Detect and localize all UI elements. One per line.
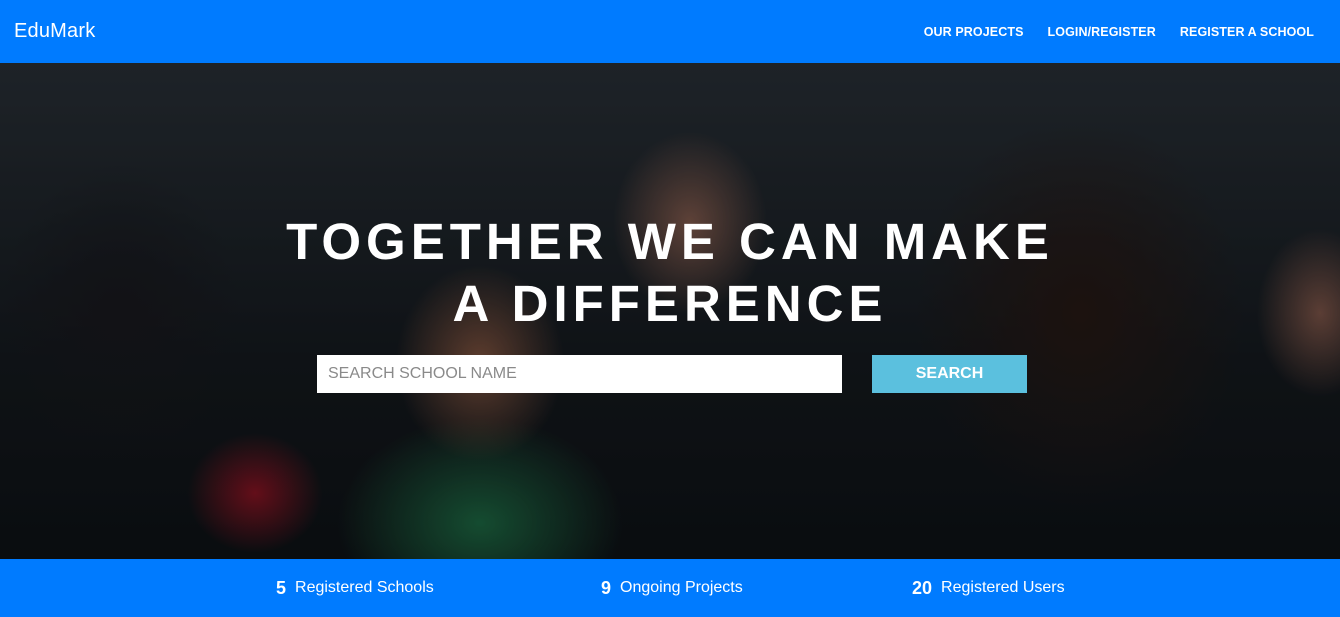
search-button[interactable]: SEARCH — [872, 355, 1027, 393]
nav-link-login-register[interactable]: LOGIN/REGISTER — [1048, 25, 1156, 39]
stat-value: 9 — [601, 577, 612, 598]
stat-label: Registered Users — [941, 579, 1065, 596]
top-navbar: EduMark OUR PROJECTS LOGIN/REGISTER REGI… — [0, 0, 1340, 63]
stat-registered-users: 20 Registered Users — [912, 559, 1065, 617]
stat-value: 20 — [912, 577, 933, 598]
school-search-input[interactable] — [317, 355, 842, 393]
nav-link-our-projects[interactable]: OUR PROJECTS — [924, 25, 1024, 39]
brand-logo-link[interactable]: EduMark — [14, 20, 95, 43]
stat-label: Registered Schools — [295, 579, 434, 596]
nav-links: OUR PROJECTS LOGIN/REGISTER REGISTER A S… — [900, 25, 1314, 39]
stats-bar: 5 Registered Schools 9 Ongoing Projects … — [0, 559, 1340, 617]
stat-registered-schools: 5 Registered Schools — [276, 559, 434, 617]
hero-title-line-2: A DIFFERENCE — [452, 275, 888, 332]
nav-link-register-school[interactable]: REGISTER A SCHOOL — [1180, 25, 1314, 39]
stat-ongoing-projects: 9 Ongoing Projects — [601, 559, 743, 617]
stat-label: Ongoing Projects — [620, 579, 743, 596]
stat-value: 5 — [276, 577, 287, 598]
hero-title-line-1: TOGETHER WE CAN MAKE — [286, 213, 1054, 270]
hero-title: TOGETHER WE CAN MAKE A DIFFERENCE — [0, 211, 1340, 335]
hero-section: TOGETHER WE CAN MAKE A DIFFERENCE SEARCH — [0, 63, 1340, 559]
